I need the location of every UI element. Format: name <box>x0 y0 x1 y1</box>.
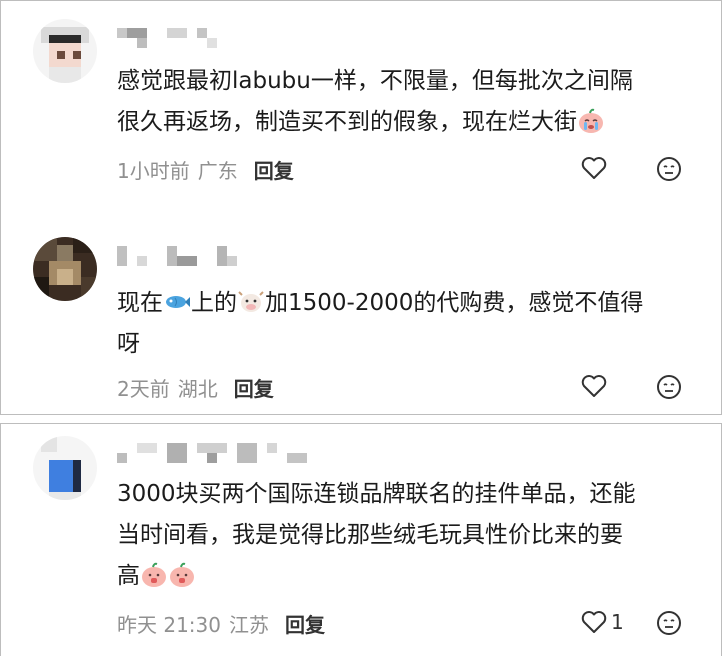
like-button[interactable]: 1 <box>581 610 624 634</box>
comment-meta: 1小时前 广东 回复 <box>117 155 294 183</box>
comment-card-2: 3000块买两个国际连锁品牌联名的挂件单品，还能 当时间看，我是觉得比那些绒毛玩具… <box>0 423 722 656</box>
location: 江苏 <box>229 612 269 637</box>
username-blurred[interactable] <box>117 27 247 49</box>
like-button[interactable] <box>581 156 607 180</box>
location: 广东 <box>197 158 238 183</box>
comment-2: 现在 上的 加1500-2000的代购费，感觉不值得呀 2天前 湖北 回复 <box>1 211 723 416</box>
fish-emoji-icon <box>163 288 191 314</box>
reply-button[interactable]: 回复 <box>234 373 274 402</box>
comment-text: 现在 上的 加1500-2000的代购费，感觉不值得呀 <box>117 288 644 357</box>
reply-button[interactable]: 回复 <box>285 609 325 638</box>
comment-meta: 2天前 湖北 回复 <box>117 373 274 401</box>
cow-emoji-icon <box>237 288 265 314</box>
comment-text: 3000块买两个国际连锁品牌联名的挂件单品，还能 当时间看，我是觉得比那些绒毛玩具… <box>117 481 636 589</box>
comment-text: 感觉跟最初labubu一样，不限量，但每批次之间隔 很久再返场，制造买不到的假象，… <box>117 68 633 135</box>
comment-3: 3000块买两个国际连锁品牌联名的挂件单品，还能 当时间看，我是觉得比那些绒毛玩具… <box>1 424 723 657</box>
comment-1: 感觉跟最初labubu一样，不限量，但每批次之间隔 很久再返场，制造买不到的假象，… <box>1 1 723 211</box>
reply-button[interactable]: 回复 <box>254 155 294 184</box>
peach-face-icon <box>140 561 168 587</box>
peach-face-icon <box>168 561 196 587</box>
avatar[interactable] <box>33 436 97 500</box>
crying-face-icon <box>577 107 605 133</box>
comment-meta: 昨天 21:30 江苏 回复 <box>117 609 325 637</box>
avatar[interactable] <box>33 19 97 83</box>
heart-outline-icon <box>581 157 607 179</box>
avatar[interactable] <box>33 237 97 301</box>
neutral-face-icon[interactable] <box>656 610 682 636</box>
heart-outline-icon <box>581 611 607 633</box>
comment-card-1: 感觉跟最初labubu一样，不限量，但每批次之间隔 很久再返场，制造买不到的假象，… <box>0 0 722 415</box>
timestamp: 昨天 21:30 <box>117 612 221 637</box>
like-count: 1 <box>611 610 624 634</box>
location: 湖北 <box>177 376 218 401</box>
like-button[interactable] <box>581 374 607 398</box>
heart-outline-icon <box>581 375 607 397</box>
neutral-face-icon[interactable] <box>656 156 682 182</box>
timestamp: 1小时前 <box>117 158 190 183</box>
username-blurred[interactable] <box>117 245 247 267</box>
timestamp: 2天前 <box>117 376 170 401</box>
username-blurred[interactable] <box>117 442 307 464</box>
neutral-face-icon[interactable] <box>656 374 682 400</box>
